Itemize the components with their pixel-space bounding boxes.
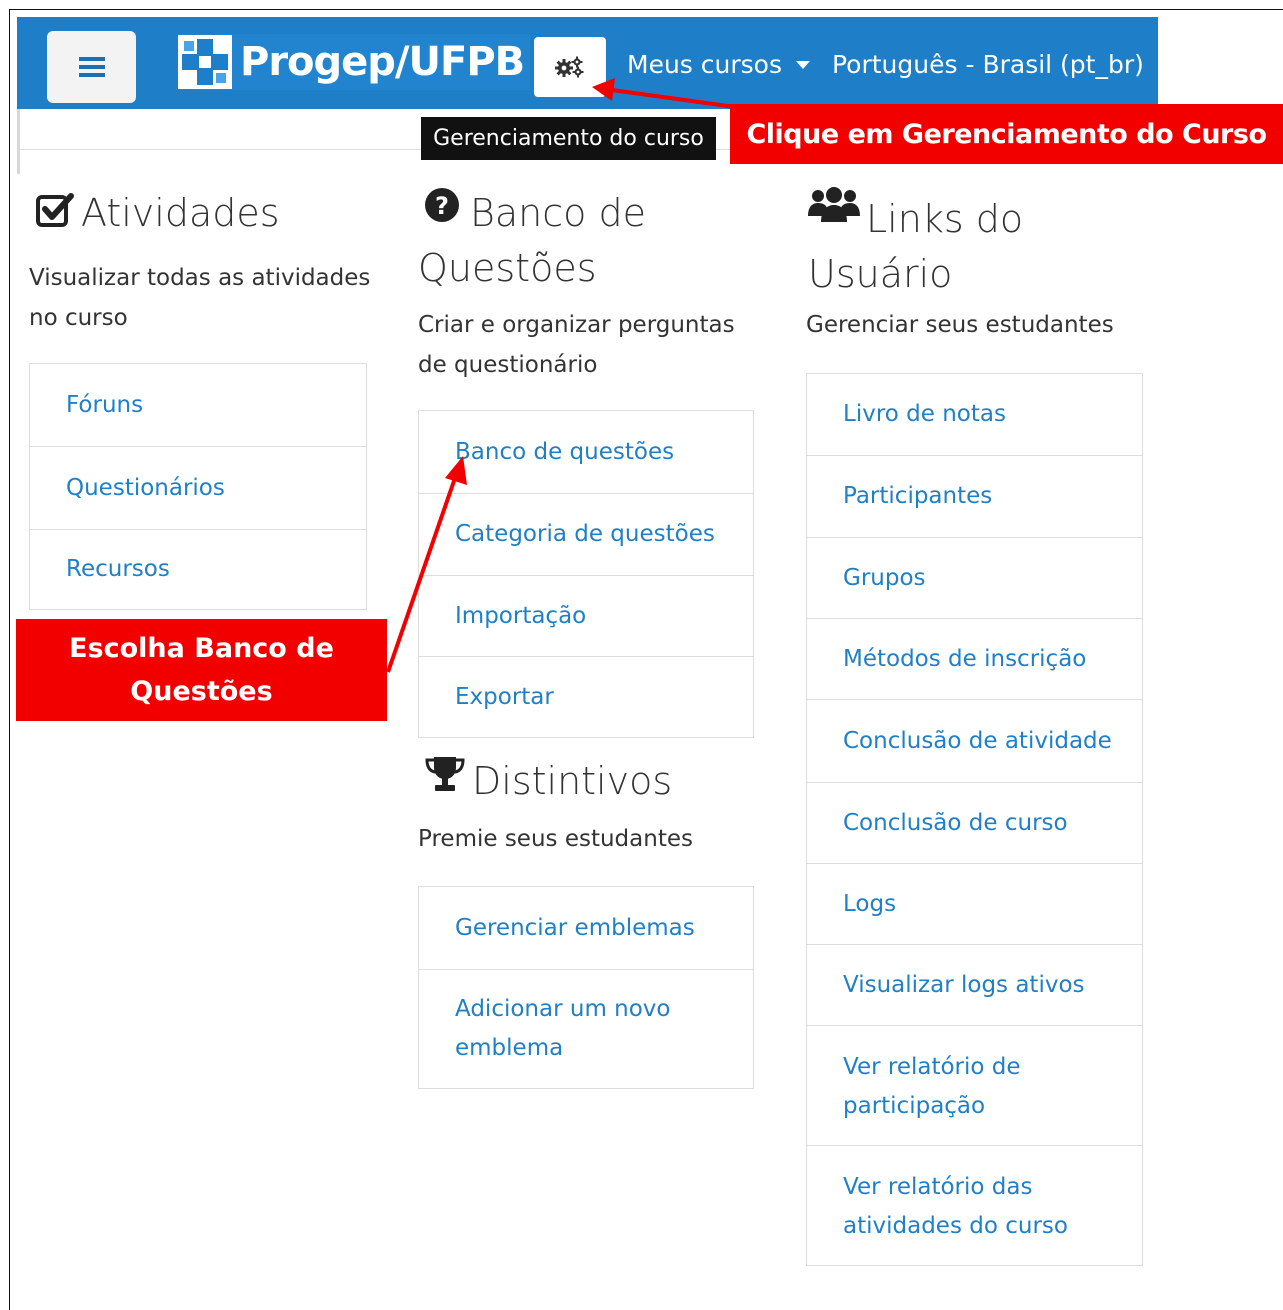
arrow-to-question-bank — [386, 477, 457, 673]
arrow-to-gear-button — [611, 88, 736, 109]
arrow-head-gear — [592, 78, 615, 101]
annotation-arrows — [386, 78, 736, 673]
arrow-head-question-bank — [445, 456, 467, 485]
